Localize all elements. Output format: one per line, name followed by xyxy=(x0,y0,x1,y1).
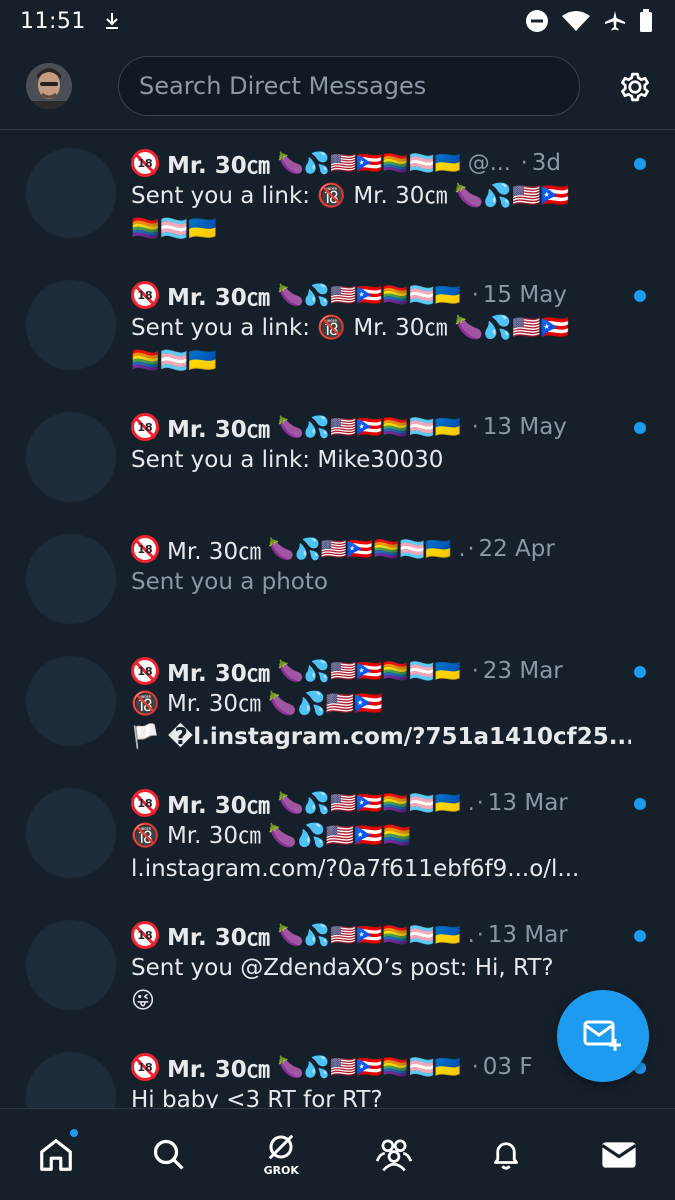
conversation-row[interactable]: 18 Mr. 30㎝ 🍆💦🇺🇸🇵🇷🏳️‍🌈🏳️‍⚧️🇺🇦 . · 22 Apr … xyxy=(0,532,675,642)
message-time: 13 Mar xyxy=(487,922,568,948)
avatar xyxy=(26,656,116,746)
download-icon xyxy=(104,12,120,30)
sender-name: Mr. 30㎝ 🍆💦🇺🇸🇵🇷🏳️‍🌈🏳️‍⚧️🇺🇦 xyxy=(167,282,461,312)
name-emojis: 🍆💦🇺🇸🇵🇷🏳️‍🌈🏳️‍⚧️🇺🇦 xyxy=(277,790,461,815)
message-preview-cont: 🏳️‍🌈🏳️‍⚧️🇺🇦 xyxy=(131,348,217,374)
message-time: 13 May xyxy=(482,414,567,440)
message-time: 15 May xyxy=(482,282,567,308)
new-message-icon xyxy=(583,1020,621,1051)
conversation-row[interactable]: 18 Mr. 30㎝ 🍆💦🇺🇸🇵🇷🏳️‍🌈🏳️‍⚧️🇺🇦 @... · 3d S… xyxy=(0,146,675,266)
age-restricted-icon: 18 xyxy=(131,921,159,949)
sender-name: Mr. 30㎝ 🍆💦🇺🇸🇵🇷🏳️‍🌈🏳️‍⚧️🇺🇦 xyxy=(167,1054,461,1084)
conversation-row[interactable]: 18 Mr. 30㎝ 🍆💦🇺🇸🇵🇷🏳️‍🌈🏳️‍⚧️🇺🇦 · 13 May Se… xyxy=(0,410,675,520)
dnd-icon xyxy=(525,9,549,33)
message-preview-cont: 🏳️‍🌈🏳️‍⚧️🇺🇦 xyxy=(131,216,217,242)
nav-home[interactable] xyxy=(16,1115,96,1195)
message-preview: 🔞 Mr. 30㎝ 🍆💦🇺🇸🇵🇷🏳️‍🌈 xyxy=(131,823,412,849)
settings-gear-icon[interactable] xyxy=(616,68,654,106)
name-emojis: 🍆💦🇺🇸🇵🇷🏳️‍🌈🏳️‍⚧️🇺🇦 xyxy=(268,536,452,561)
conversation-row[interactable]: 18 Mr. 30㎝ 🍆💦🇺🇸🇵🇷🏳️‍🌈🏳️‍⚧️🇺🇦 · 23 Mar 🔞 … xyxy=(0,654,675,774)
avatar xyxy=(26,788,116,878)
grok-icon xyxy=(268,1134,294,1160)
age-restricted-icon: 18 xyxy=(131,149,159,177)
message-preview-cont: l.instagram.com/?0a7f611ebf6f9...o/l... xyxy=(131,856,580,882)
search-input[interactable]: Search Direct Messages xyxy=(118,56,580,116)
unread-dot xyxy=(634,158,646,170)
avatar xyxy=(26,1052,116,1108)
avatar xyxy=(26,148,116,238)
message-preview: Sent you a link: 🔞 Mr. 30㎝ 🍆💦🇺🇸🇵🇷 xyxy=(131,183,570,209)
sender-name: Mr. 30㎝ 🍆💦🇺🇸🇵🇷🏳️‍🌈🏳️‍⚧️🇺🇦 xyxy=(167,922,461,952)
grok-label: GROK xyxy=(263,1164,299,1177)
home-notification-dot xyxy=(68,1126,81,1139)
unread-dot xyxy=(634,930,646,942)
new-message-button[interactable] xyxy=(557,990,649,1082)
name-emojis: 🍆💦🇺🇸🇵🇷🏳️‍🌈🏳️‍⚧️🇺🇦 xyxy=(277,658,461,683)
avatar xyxy=(26,534,116,624)
home-icon xyxy=(40,1138,73,1171)
unread-dot xyxy=(634,798,646,810)
nav-notifications[interactable] xyxy=(466,1115,546,1195)
messages-header: Search Direct Messages xyxy=(0,50,675,130)
sender-name: Mr. 30㎝ 🍆💦🇺🇸🇵🇷🏳️‍🌈🏳️‍⚧️🇺🇦 xyxy=(167,536,452,566)
message-preview: Sent you a photo xyxy=(131,569,328,595)
name-emojis: 🍆💦🇺🇸🇵🇷🏳️‍🌈🏳️‍⚧️🇺🇦 xyxy=(277,150,461,175)
message-preview-cont: 😜 xyxy=(131,988,155,1014)
avatar xyxy=(26,920,116,1010)
message-preview: Sent you @ZdendaXO’s post: Hi, RT? xyxy=(131,955,554,981)
sender-handle: . xyxy=(458,536,466,562)
name-emojis: 🍆💦🇺🇸🇵🇷🏳️‍🌈🏳️‍⚧️🇺🇦 xyxy=(277,1054,461,1079)
age-restricted-icon: 18 xyxy=(131,281,159,309)
avatar xyxy=(26,280,116,370)
message-time: 22 Apr xyxy=(478,536,555,562)
message-preview: 🔞 Mr. 30㎝ 🍆💦🇺🇸🇵🇷 xyxy=(131,691,383,717)
message-time: 3d xyxy=(531,150,561,176)
battery-icon xyxy=(639,9,653,33)
wifi-icon xyxy=(561,10,591,32)
conversation-row[interactable]: 18 Mr. 30㎝ 🍆💦🇺🇸🇵🇷🏳️‍🌈🏳️‍⚧️🇺🇦 . · 13 Mar … xyxy=(0,786,675,906)
message-time: 13 Mar xyxy=(487,790,568,816)
messages-icon xyxy=(601,1141,637,1168)
airplane-icon xyxy=(603,9,627,33)
search-placeholder: Search Direct Messages xyxy=(139,72,427,100)
nav-communities[interactable] xyxy=(354,1115,434,1195)
message-time: 23 Mar xyxy=(482,658,563,684)
bottom-navigation: GROK xyxy=(0,1108,675,1200)
status-bar: 11:51 xyxy=(0,0,675,42)
sender-handle: . xyxy=(467,790,475,816)
conversation-list[interactable]: 18 Mr. 30㎝ 🍆💦🇺🇸🇵🇷🏳️‍🌈🏳️‍⚧️🇺🇦 @... · 3d S… xyxy=(0,132,675,1108)
unread-dot xyxy=(634,290,646,302)
sender-handle: @... xyxy=(467,150,511,176)
sender-name: Mr. 30㎝ 🍆💦🇺🇸🇵🇷🏳️‍🌈🏳️‍⚧️🇺🇦 xyxy=(167,790,461,820)
communities-icon xyxy=(375,1138,412,1171)
search-icon xyxy=(153,1139,184,1170)
age-restricted-icon: 18 xyxy=(131,789,159,817)
nav-grok[interactable]: GROK xyxy=(241,1115,321,1195)
age-restricted-icon: 18 xyxy=(131,657,159,685)
message-preview: Sent you a link: Mike30030 xyxy=(131,447,444,473)
notifications-icon xyxy=(494,1141,519,1170)
conversation-row[interactable]: 18 Mr. 30㎝ 🍆💦🇺🇸🇵🇷🏳️‍🌈🏳️‍⚧️🇺🇦 · 15 May Se… xyxy=(0,278,675,398)
avatar xyxy=(26,412,116,502)
unread-dot xyxy=(634,422,646,434)
nav-messages[interactable] xyxy=(579,1115,659,1195)
message-preview: Hi baby <3 RT for RT? xyxy=(131,1087,383,1108)
unread-dot xyxy=(634,666,646,678)
name-emojis: 🍆💦🇺🇸🇵🇷🏳️‍🌈🏳️‍⚧️🇺🇦 xyxy=(277,414,461,439)
age-restricted-icon: 18 xyxy=(131,413,159,441)
name-emojis: 🍆💦🇺🇸🇵🇷🏳️‍🌈🏳️‍⚧️🇺🇦 xyxy=(277,282,461,307)
message-preview-cont: 🏳️ �l.instagram.com/?751a1410cf25... xyxy=(131,724,631,750)
status-time: 11:51 xyxy=(20,8,86,34)
name-emojis: 🍆💦🇺🇸🇵🇷🏳️‍🌈🏳️‍⚧️🇺🇦 xyxy=(277,922,461,947)
message-time: 03 F xyxy=(482,1054,533,1080)
sender-name: Mr. 30㎝ 🍆💦🇺🇸🇵🇷🏳️‍🌈🏳️‍⚧️🇺🇦 xyxy=(167,150,461,180)
profile-avatar[interactable] xyxy=(26,63,72,109)
sender-handle: . xyxy=(467,922,475,948)
age-restricted-icon: 18 xyxy=(131,1053,159,1081)
nav-search[interactable] xyxy=(129,1115,209,1195)
age-restricted-icon: 18 xyxy=(131,535,159,563)
message-preview: Sent you a link: 🔞 Mr. 30㎝ 🍆💦🇺🇸🇵🇷 xyxy=(131,315,570,341)
sender-name: Mr. 30㎝ 🍆💦🇺🇸🇵🇷🏳️‍🌈🏳️‍⚧️🇺🇦 xyxy=(167,658,461,688)
sender-name: Mr. 30㎝ 🍆💦🇺🇸🇵🇷🏳️‍🌈🏳️‍⚧️🇺🇦 xyxy=(167,414,461,444)
